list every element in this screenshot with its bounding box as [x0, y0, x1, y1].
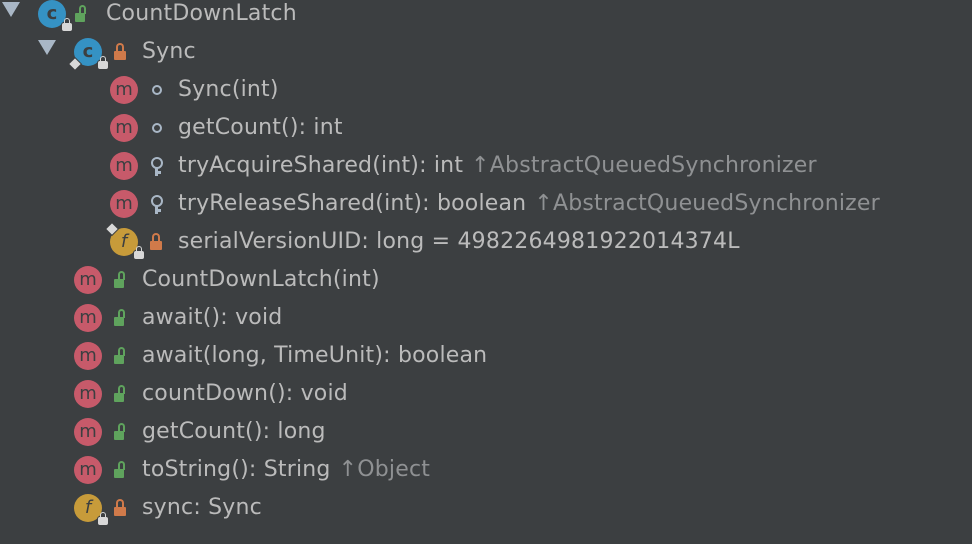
node-label[interactable]: CountDownLatch	[106, 1, 297, 26]
public-access-icon	[114, 423, 126, 441]
package-access-icon	[150, 119, 162, 137]
tree-node-tostring[interactable]: m toString(): String ↑Object	[0, 451, 972, 489]
field-icon: f	[74, 494, 108, 525]
method-icon: m	[74, 304, 102, 332]
member-signature[interactable]: await(): void	[142, 305, 282, 330]
inherited-from-label: ↑AbstractQueuedSynchronizer	[534, 191, 880, 216]
class-icon: c	[69, 38, 108, 70]
final-lock-badge-icon	[98, 512, 108, 525]
method-icon: m	[74, 266, 102, 294]
tree-node-await[interactable]: m await(): void	[0, 299, 972, 337]
member-signature[interactable]: serialVersionUID: long = 498226498192201…	[178, 229, 740, 254]
tree-node-sync-tryacquireshared[interactable]: m tryAcquireShared(int): int ↑AbstractQue…	[0, 147, 972, 185]
static-pin-badge-icon	[106, 223, 118, 235]
field-icon: f	[106, 223, 144, 259]
class-icon: c	[38, 0, 72, 31]
final-lock-badge-icon	[62, 18, 72, 31]
inherited-arrow-icon: ↑	[471, 153, 490, 178]
static-pin-badge-icon	[69, 58, 81, 70]
tree-node-countdownlatch[interactable]: c CountDownLatch	[0, 0, 972, 33]
structure-tree: c CountDownLatch c Sync m Sync(int) m ge…	[0, 0, 972, 544]
inherited-arrow-icon: ↑	[338, 457, 358, 482]
method-icon: m	[110, 152, 138, 180]
public-access-icon	[114, 385, 126, 403]
tree-node-sync-serialversionuid[interactable]: f serialVersionUID: long = 4982264981922…	[0, 223, 972, 261]
final-lock-badge-icon	[98, 56, 108, 69]
tree-node-sync-field[interactable]: f sync: Sync	[0, 489, 972, 527]
node-label[interactable]: Sync	[142, 39, 196, 64]
inherited-from-label: ↑AbstractQueuedSynchronizer	[471, 153, 817, 178]
member-signature[interactable]: getCount(): int	[178, 115, 343, 140]
member-signature-with-origin[interactable]: tryAcquireShared(int): int ↑AbstractQueue…	[178, 153, 817, 178]
inherited-arrow-icon: ↑	[534, 191, 553, 216]
public-access-icon	[114, 271, 126, 289]
tree-node-getcount[interactable]: m getCount(): long	[0, 413, 972, 451]
tree-node-sync-getcount[interactable]: m getCount(): int	[0, 109, 972, 147]
method-icon: m	[110, 190, 138, 218]
private-access-icon	[114, 499, 126, 517]
method-icon: m	[74, 342, 102, 370]
public-access-icon	[114, 309, 126, 327]
public-access-icon	[75, 5, 87, 23]
member-signature[interactable]: await(long, TimeUnit): boolean	[142, 343, 487, 368]
tree-node-countdown[interactable]: m countDown(): void	[0, 375, 972, 413]
method-icon: m	[74, 418, 102, 446]
public-access-icon	[114, 461, 126, 479]
tree-node-sync[interactable]: c Sync	[0, 33, 972, 71]
method-icon: m	[74, 380, 102, 408]
member-signature-with-origin[interactable]: toString(): String ↑Object	[142, 457, 430, 482]
member-signature[interactable]: countDown(): void	[142, 381, 348, 406]
tree-node-await-timeout[interactable]: m await(long, TimeUnit): boolean	[0, 337, 972, 375]
member-signature[interactable]: sync: Sync	[142, 495, 262, 520]
protected-access-icon	[150, 195, 163, 214]
expand-toggle-icon[interactable]	[2, 2, 20, 17]
private-access-icon	[150, 233, 162, 251]
member-signature[interactable]: getCount(): long	[142, 419, 326, 444]
member-signature-with-origin[interactable]: tryReleaseShared(int): boolean ↑AbstractQ…	[178, 191, 880, 216]
method-icon: m	[110, 76, 138, 104]
private-access-icon	[114, 43, 126, 61]
tree-node-sync-tryreleaseshared[interactable]: m tryReleaseShared(int): boolean ↑Abstrac…	[0, 185, 972, 223]
public-access-icon	[114, 347, 126, 365]
inherited-from-label: ↑Object	[338, 457, 431, 482]
member-signature[interactable]: CountDownLatch(int)	[142, 267, 380, 292]
member-signature[interactable]: Sync(int)	[178, 77, 279, 102]
method-icon: m	[74, 456, 102, 484]
tree-node-sync-constructor[interactable]: m Sync(int)	[0, 71, 972, 109]
protected-access-icon	[150, 157, 163, 176]
tree-node-constructor[interactable]: m CountDownLatch(int)	[0, 261, 972, 299]
package-access-icon	[150, 81, 162, 99]
expand-toggle-icon[interactable]	[38, 40, 56, 55]
final-lock-badge-icon	[134, 246, 144, 259]
method-icon: m	[110, 114, 138, 142]
